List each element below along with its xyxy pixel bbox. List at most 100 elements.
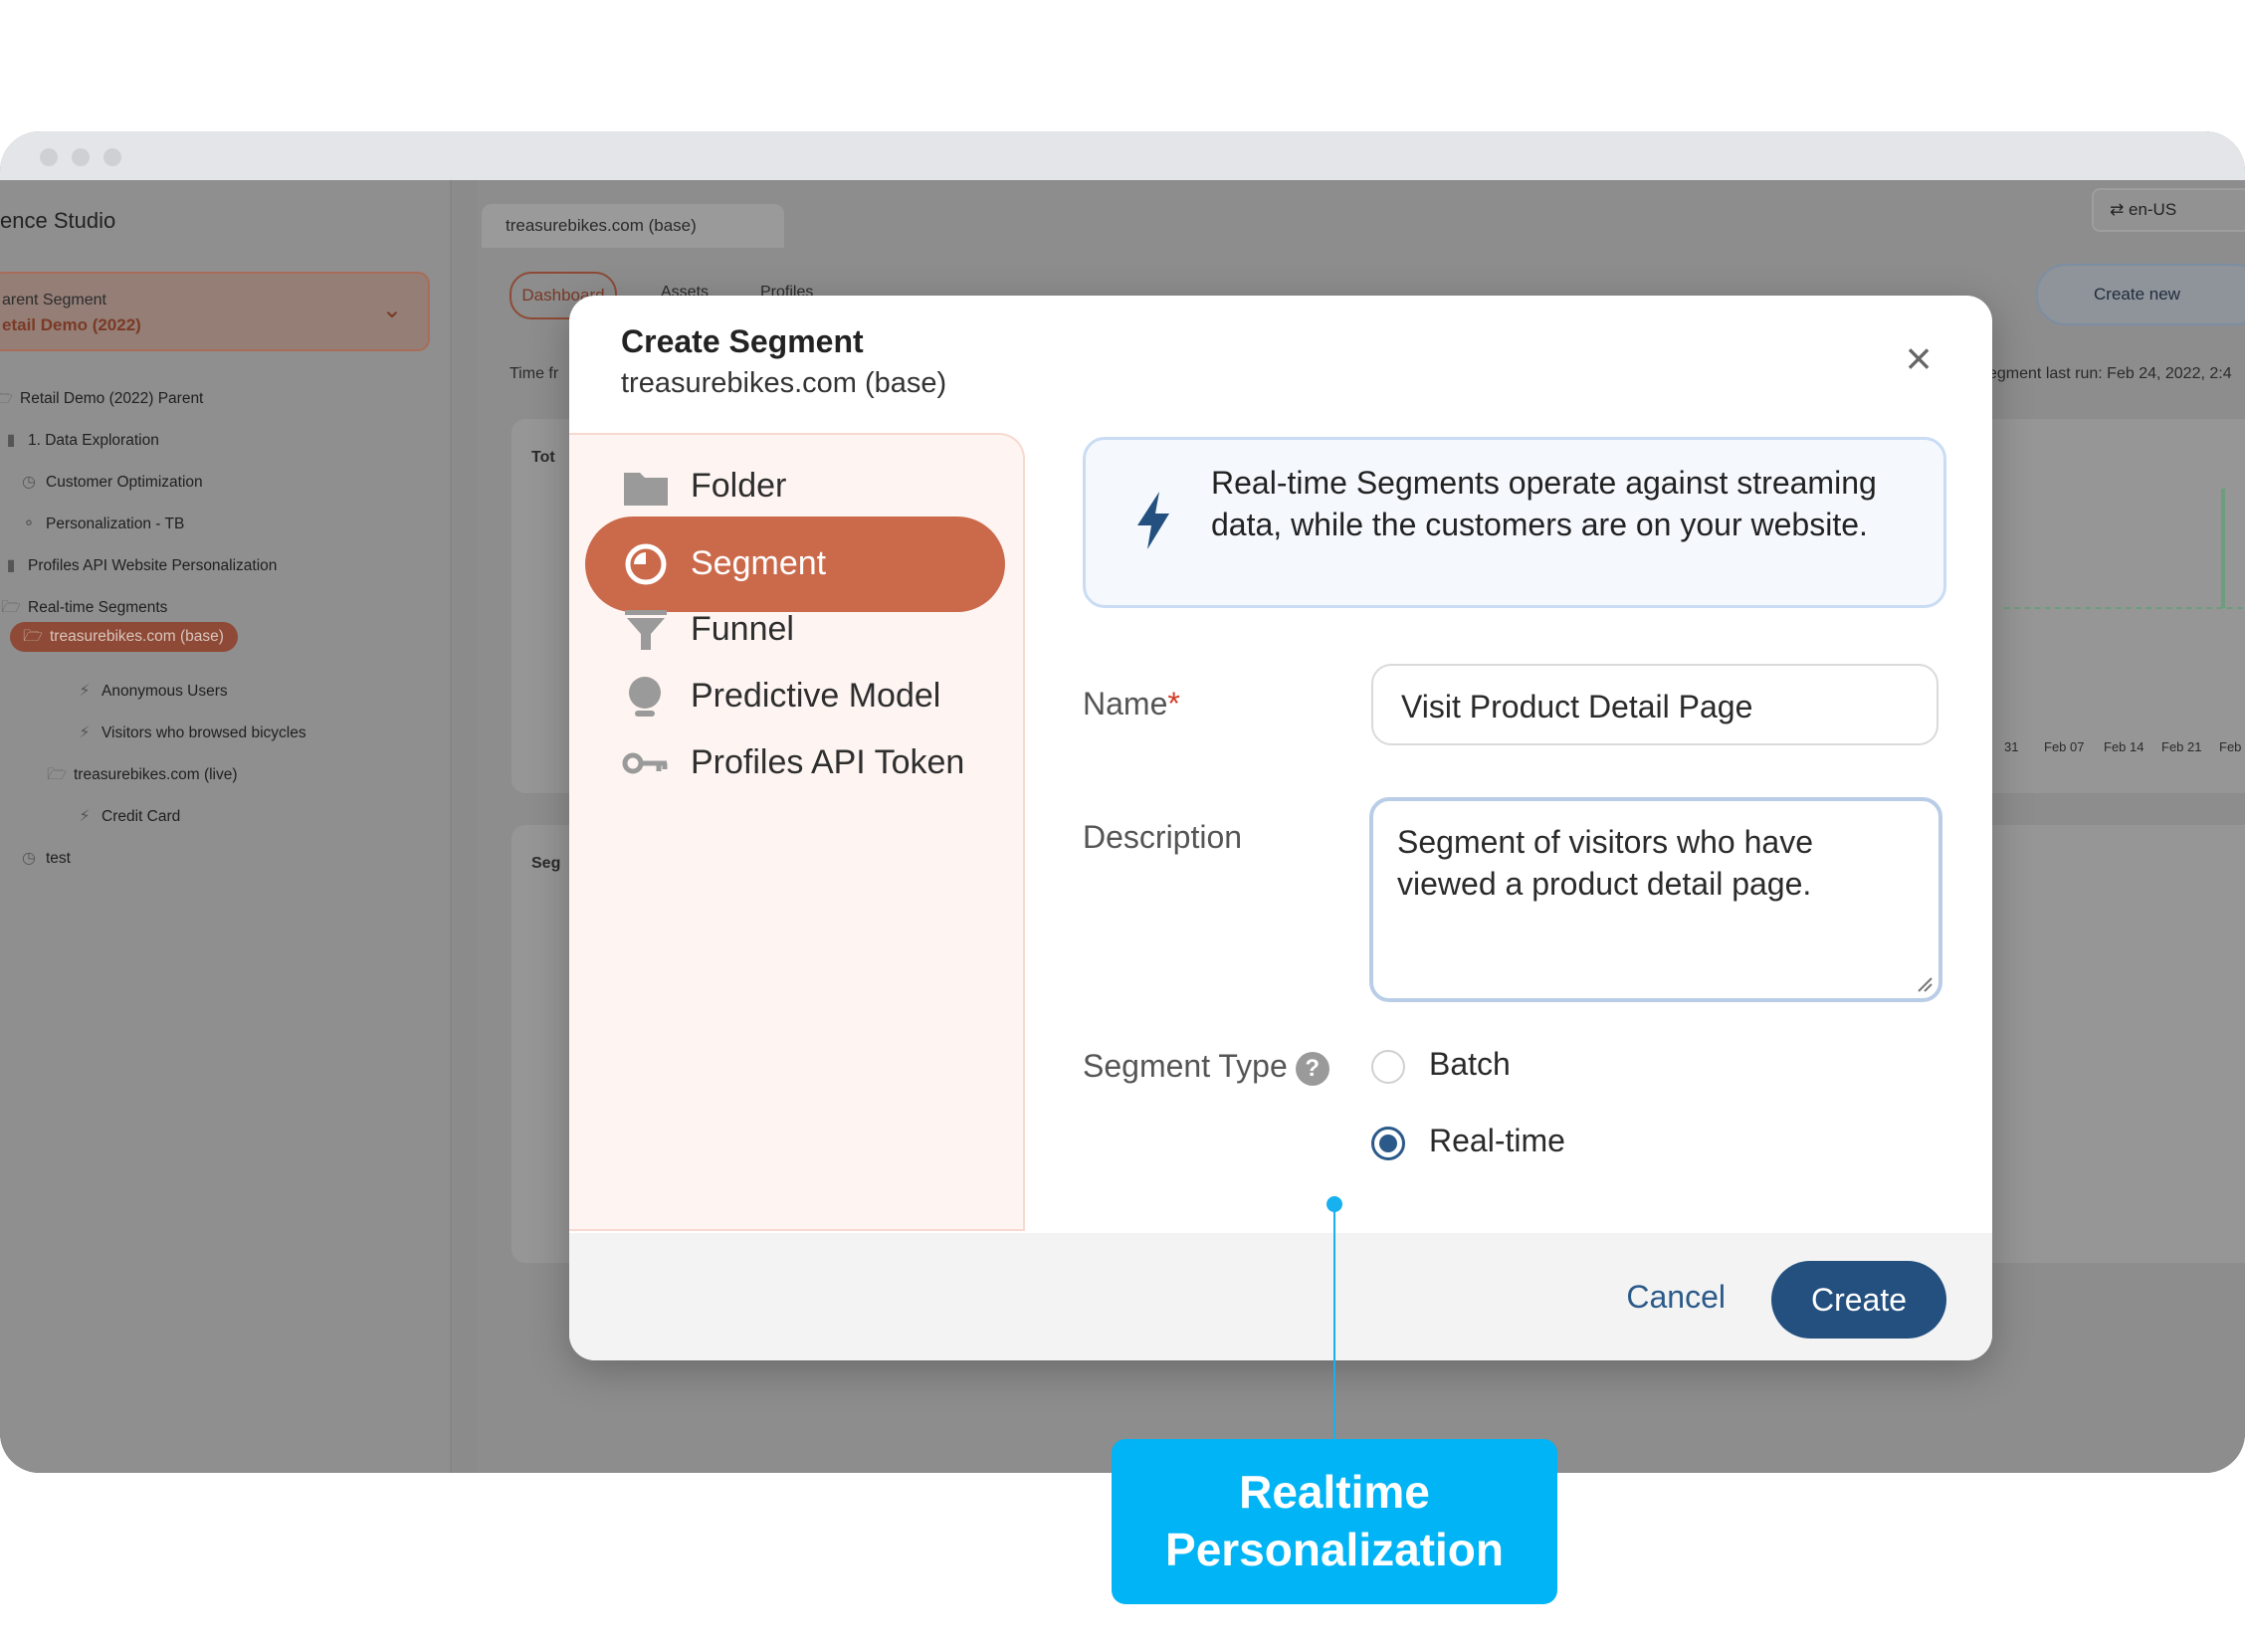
segments-label: Seg xyxy=(531,855,561,872)
menu-item-label: Profiles API Token xyxy=(691,743,965,781)
info-text: Real-time Segments operate against strea… xyxy=(1211,465,1877,542)
description-label: Description xyxy=(1083,819,1243,855)
tree-item[interactable]: ◷ test xyxy=(18,844,71,874)
tree-item-label: test xyxy=(46,850,71,867)
realtime-info-box: Real-time Segments operate against strea… xyxy=(1083,437,1946,608)
tree-item[interactable]: ⚬ Personalization - TB xyxy=(18,510,184,539)
callout-line xyxy=(1333,1204,1335,1443)
name-label-text: Name xyxy=(1083,686,1168,722)
name-field[interactable]: Visit Product Detail Page xyxy=(1371,664,1939,745)
tree-item[interactable]: ⚡ Anonymous Users xyxy=(74,677,228,707)
callout-line1: Realtime xyxy=(1239,1466,1430,1518)
tree-item[interactable]: 🗁 Real-time Segments xyxy=(0,593,167,623)
sidebar: ence Studio arent Segment etail Demo (20… xyxy=(0,180,452,1473)
last-run-text: egment last run: Feb 24, 2022, 2:4 xyxy=(1988,365,2232,382)
window-titlebar xyxy=(0,131,2245,180)
tree-item[interactable]: 🗁 Retail Demo (2022) Parent xyxy=(0,384,203,414)
tree-item-label: 1. Data Exploration xyxy=(28,432,159,449)
create-new-label: Create new xyxy=(2094,285,2180,304)
create-new-button[interactable]: Create new xyxy=(2036,264,2245,325)
required-marker: * xyxy=(1167,686,1180,722)
parent-segment-value: etail Demo (2022) xyxy=(2,315,141,334)
tree-item-label: Profiles API Website Personalization xyxy=(28,557,278,574)
folder-icon: ▮ xyxy=(6,557,16,574)
tree-item-label: Anonymous Users xyxy=(102,683,228,700)
modal-footer: Cancel Create xyxy=(569,1233,1992,1360)
bolt-icon xyxy=(1137,492,1169,549)
modal-title: Create Segment xyxy=(621,323,864,359)
tree-item[interactable]: ▮ 1. Data Exploration xyxy=(0,426,159,456)
resize-grip-icon[interactable] xyxy=(1917,976,1933,992)
name-label: Name* xyxy=(1083,686,1180,723)
chart-baseline xyxy=(2004,607,2245,609)
total-label: Tot xyxy=(531,449,555,466)
help-icon[interactable]: ? xyxy=(1295,1051,1329,1086)
menu-item-label: Predictive Model xyxy=(691,677,941,715)
folder-icon: ▮ xyxy=(6,432,16,449)
radio-button-realtime[interactable] xyxy=(1371,1127,1405,1160)
window-close-dot[interactable] xyxy=(40,148,58,166)
tree-item[interactable]: ▮ Profiles API Website Personalization xyxy=(0,551,278,581)
segment-type-label: Segment Type? xyxy=(1083,1048,1329,1086)
x-tick: Feb 28 xyxy=(2219,739,2245,754)
parent-segment-select[interactable]: arent Segment etail Demo (2022) ⌄ xyxy=(0,272,430,351)
menu-item-profiles-api-token[interactable]: Profiles API Token xyxy=(585,716,1005,811)
radio-button-batch[interactable] xyxy=(1371,1050,1405,1084)
folder-icon xyxy=(624,473,668,506)
folder-open-icon: 🗁 xyxy=(1,599,21,616)
tree-item[interactable]: 🗁 treasurebikes.com (live) xyxy=(46,760,238,790)
time-filter-label: Time fr xyxy=(510,365,559,382)
tree-item[interactable]: ⚡ Credit Card xyxy=(74,802,180,832)
description-field[interactable]: Segment of visitors who have viewed a pr… xyxy=(1369,797,1942,1002)
tree-item-label: Real-time Segments xyxy=(28,599,168,616)
menu-item-label: Segment xyxy=(691,544,827,582)
bolt-icon: ⚡ xyxy=(79,724,91,741)
close-icon[interactable]: × xyxy=(1899,335,1939,381)
x-tick: Feb 14 xyxy=(2104,739,2144,754)
segment-icon xyxy=(625,543,667,585)
chevron-down-icon: ⌄ xyxy=(381,297,402,323)
tree-item-label: Visitors who browsed bicycles xyxy=(102,724,306,741)
breadcrumb-tab[interactable]: treasurebikes.com (base) xyxy=(482,204,784,248)
modal-subtitle: treasurebikes.com (base) xyxy=(621,367,947,399)
window-minimize-dot[interactable] xyxy=(72,148,90,166)
x-tick: Feb 07 xyxy=(2044,739,2085,754)
menu-item-label: Folder xyxy=(691,467,787,505)
tree-item-label: Credit Card xyxy=(102,808,181,825)
crystal-ball-icon xyxy=(629,677,661,717)
tree-item[interactable]: ◷ Customer Optimization xyxy=(18,468,203,498)
tree-item-label: treasurebikes.com (live) xyxy=(74,766,238,783)
tree-item-label: Retail Demo (2022) Parent xyxy=(20,390,204,407)
translate-icon: ⇄ xyxy=(2110,200,2125,219)
folder-open-icon: 🗁 xyxy=(23,628,43,645)
key-icon: ⚬ xyxy=(22,516,36,532)
segment-type-label-text: Segment Type xyxy=(1083,1048,1288,1084)
segment-icon: ◷ xyxy=(22,474,36,491)
key-icon xyxy=(622,752,668,774)
parent-segment-label: arent Segment xyxy=(2,292,106,309)
tree-item-selected[interactable]: 🗁 treasurebikes.com (base) xyxy=(10,622,238,652)
folder-open-icon: 🗁 xyxy=(0,390,13,407)
bolt-icon: ⚡ xyxy=(79,808,91,825)
chart-bar xyxy=(2221,489,2225,608)
language-label: en-US xyxy=(2128,200,2177,219)
menu-item-label: Funnel xyxy=(691,610,794,648)
callout-line2: Personalization xyxy=(1165,1524,1504,1575)
segment-icon: ◷ xyxy=(22,850,36,867)
description-value: Segment of visitors who have viewed a pr… xyxy=(1397,824,1813,902)
x-tick: 31 xyxy=(2004,739,2019,754)
create-segment-modal: Create Segment treasurebikes.com (base) … xyxy=(569,296,1992,1360)
tree-item[interactable]: ⚡ Visitors who browsed bicycles xyxy=(74,719,306,748)
cancel-button[interactable]: Cancel xyxy=(1626,1279,1726,1316)
funnel-icon xyxy=(625,610,667,650)
tree-item-label: treasurebikes.com (base) xyxy=(50,628,224,645)
tree-item-label: Personalization - TB xyxy=(46,516,185,532)
tree-item-label: Customer Optimization xyxy=(46,474,203,491)
bolt-icon: ⚡ xyxy=(79,683,91,700)
callout-box: Realtime Personalization xyxy=(1112,1439,1557,1604)
window-maximize-dot[interactable] xyxy=(103,148,121,166)
x-tick: Feb 21 xyxy=(2161,739,2202,754)
radio-label-realtime: Real-time xyxy=(1429,1123,1565,1158)
language-selector[interactable]: ⇄ en-US xyxy=(2092,188,2245,232)
create-button[interactable]: Create xyxy=(1771,1261,1946,1339)
